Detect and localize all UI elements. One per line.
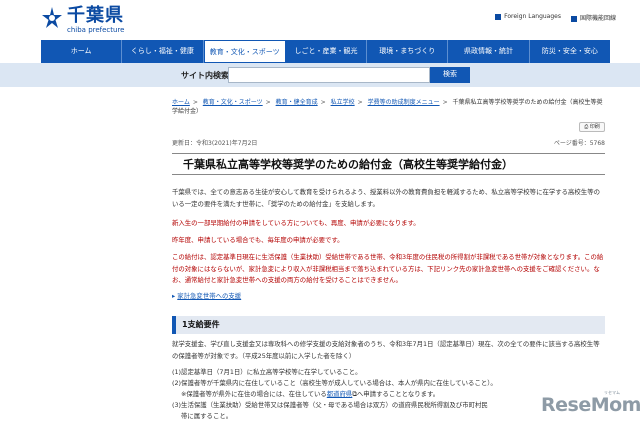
prefecture-emblem-icon: [42, 7, 62, 28]
logo-subtitle: chiba prefecture: [67, 26, 125, 34]
eligibility-intro: 就学支援金、学び直し支援金又は専攻科への修学支援の支給対象者のうち、令和3年7月…: [172, 340, 600, 360]
logo-title: 千葉県: [67, 5, 124, 26]
nav-item-life[interactable]: くらし・福祉・健康: [122, 40, 204, 63]
breadcrumb-tuition-aid-menu[interactable]: 学費等の助成制度メニュー: [368, 99, 440, 106]
section-heading-eligibility: 1支給要件: [172, 316, 605, 334]
list-item: (1)認定基準日（7月1日）に私立高等学校等に在学していること。: [172, 368, 362, 376]
page-title: 千葉県私立高等学校等奨学のための給付金（高校生等奨学給付金）: [172, 153, 605, 175]
page-meta: 更新日：令和3(2021)年7月2日 ページ番号：5768: [172, 138, 605, 147]
globe-icon: [495, 13, 502, 20]
list-item: (2)保護者等が千葉県内に在住していること（高校生等が成人している場合は、本人が…: [172, 379, 497, 387]
print-button[interactable]: ⎙ 印刷: [579, 122, 605, 132]
household-emergency-support-link-row: ▸ 家計急変世帯への支援: [172, 291, 241, 300]
breadcrumb-home[interactable]: ホーム: [172, 99, 190, 106]
nav-item-safety[interactable]: 防災・安全・安心: [530, 40, 610, 63]
nav-item-home[interactable]: ホーム: [41, 40, 123, 63]
main-content: ホーム > 教育・文化・スポーツ > 教育・健全育成 > 私立学校 > 学費等の助成制度…: [172, 98, 605, 420]
bullet-arrow-icon: ▸: [172, 292, 176, 300]
nav-item-government[interactable]: 県政情報・統計: [448, 40, 530, 63]
household-emergency-support-link[interactable]: 家計急変世帯への支援: [177, 292, 241, 300]
notice-early-application: 新入生の一部早期給付の申請をしている方についても、再度、申請が必要になります。: [172, 219, 420, 227]
intro-paragraph: 千葉県では、全ての意志ある生徒が安心して教育を受けられるよう、授業料以外の教育費…: [172, 188, 600, 208]
nav-item-work[interactable]: しごと・産業・観光: [286, 40, 368, 63]
accessibility-icon: [570, 15, 577, 22]
notice-eligibility: この給付は、認定基準日現在に生活保護（生業扶助）受給世帯である世帯、令和3年度の…: [172, 253, 604, 284]
global-nav: ホーム くらし・福祉・健康 教育・文化・スポーツ しごと・産業・観光 環境・まち…: [41, 40, 610, 63]
breadcrumb-education[interactable]: 教育・文化・スポーツ: [203, 99, 263, 106]
breadcrumb-education-development[interactable]: 教育・健全育成: [276, 99, 318, 106]
site-header: 千葉県 chiba prefecture Foreign Languages 国…: [0, 0, 640, 40]
print-icon: ⎙: [584, 124, 589, 130]
breadcrumb: ホーム > 教育・文化・スポーツ > 教育・健全育成 > 私立学校 > 学費等の助成制度…: [172, 99, 603, 115]
utility-links: Foreign Languages 国際機能回線: [495, 13, 616, 22]
notice-annual-application: 昨年度、申請している場合でも、毎年度の申請が必要です。: [172, 236, 344, 244]
search-input[interactable]: [228, 67, 430, 83]
nav-item-environment[interactable]: 環境・まちづくり: [367, 40, 449, 63]
resemom-watermark-logo: ReseMom: [541, 394, 640, 416]
site-logo[interactable]: 千葉県 chiba prefecture: [41, 6, 125, 35]
accessibility-link[interactable]: 国際機能回線: [570, 13, 616, 22]
search-label: サイト内検索: [181, 71, 229, 80]
site-search-bar: サイト内検索 検索: [0, 63, 640, 87]
nav-item-education[interactable]: 教育・文化・スポーツ: [203, 40, 286, 63]
breadcrumb-private-schools[interactable]: 私立学校: [331, 99, 355, 106]
prefecture-link[interactable]: 都道府県: [327, 390, 353, 398]
page-number: ページ番号：5768: [553, 140, 605, 147]
foreign-languages-link[interactable]: Foreign Languages: [495, 13, 561, 22]
updated-date: 更新日：令和3(2021)年7月2日: [172, 140, 258, 147]
search-button[interactable]: 検索: [430, 67, 470, 83]
